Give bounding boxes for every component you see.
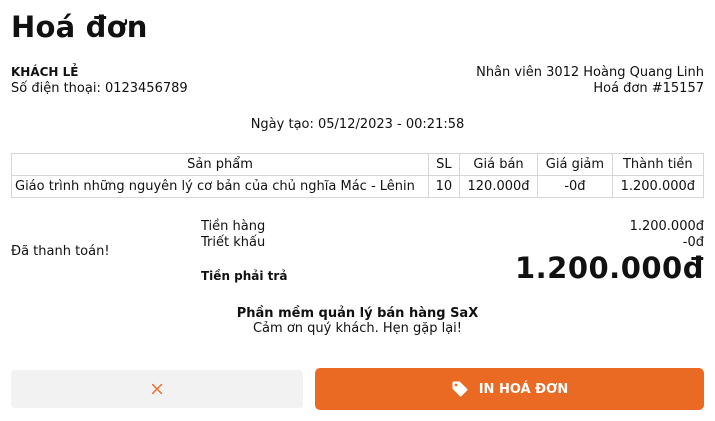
thank-you-message: Cảm ơn quý khách. Hẹn gặp lại! [252,321,462,336]
cancel-button[interactable] [11,370,303,408]
column-header-quantity: SL [428,153,460,176]
amount-cell: 1.200.000đ [611,175,705,198]
created-date: Ngày tạo: 05/12/2023 - 00:21:58 [250,117,465,132]
column-header-amount: Thành tiền [611,153,705,176]
page-title: Hoá đơn [11,10,148,44]
print-invoice-label: IN HOÁ ĐƠN [478,381,569,397]
column-header-product: Sản phẩm [11,153,429,176]
quantity-cell: 10 [428,175,460,198]
column-header-discount: Giá giảm [537,153,613,176]
price-cell: 120.000đ [458,175,539,198]
close-icon [151,383,163,395]
staff-name: Nhân viên 3012 Hoàng Quang Linh [476,65,704,80]
software-name: Phần mềm quản lý bán hàng SaX [236,306,479,321]
subtotal-label: Tiền hàng [201,219,266,234]
discount-label: Triết khấu [201,235,266,250]
discount-value: -0đ [682,235,704,250]
table-header-row: Sản phẩm SL Giá bán Giá giảm Thành tiền [11,153,705,176]
payment-status: Đã thanh toán! [11,244,110,259]
customer-name: KHÁCH LẺ [11,65,79,79]
discount-cell: -0đ [537,175,613,198]
tag-icon [452,381,468,397]
invoice-number: Hoá đơn #15157 [593,81,704,96]
table-row: Giáo trình những nguyên lý cơ bản của ch… [11,175,705,198]
customer-phone: Số điện thoại: 0123456789 [11,81,188,96]
subtotal-value: 1.200.000đ [629,219,704,234]
column-header-price: Giá bán [458,153,539,176]
total-value: 1.200.000đ [514,251,704,285]
total-label: Tiền phải trả [201,269,288,283]
product-name-cell: Giáo trình những nguyên lý cơ bản của ch… [11,175,429,198]
print-invoice-button[interactable]: IN HOÁ ĐƠN [315,368,704,410]
items-table: Sản phẩm SL Giá bán Giá giảm Thành tiền … [11,153,705,198]
